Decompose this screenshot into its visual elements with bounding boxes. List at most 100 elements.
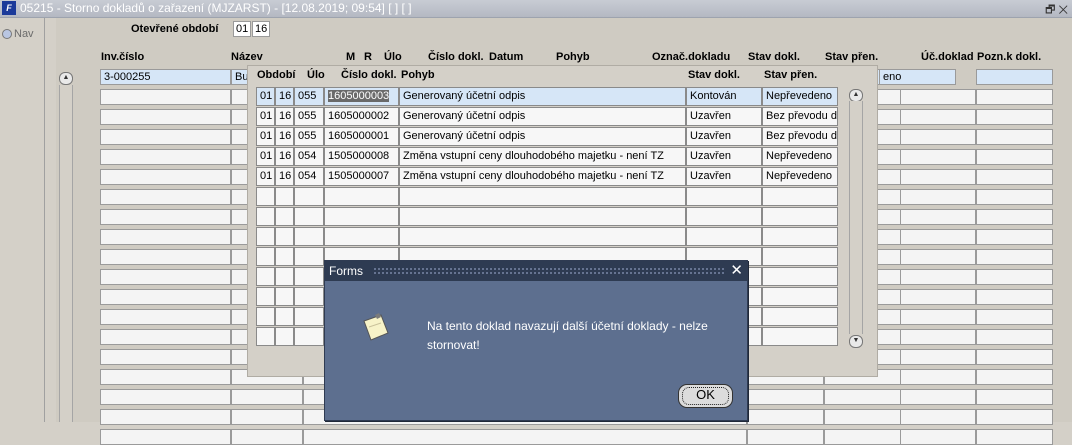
popup-cell-o2[interactable]: 16 [275, 127, 294, 146]
popup-scroll-down-icon[interactable]: ▼ [849, 335, 863, 348]
popup-cell-o2[interactable] [275, 327, 294, 346]
grid-cell[interactable] [100, 89, 231, 105]
grid-cell[interactable] [976, 149, 1053, 165]
grid-cell[interactable] [824, 429, 901, 445]
grid-cell[interactable] [303, 429, 747, 445]
period-field-2[interactable]: 16 [252, 21, 270, 37]
popup-cell-cislo[interactable] [324, 187, 399, 206]
popup-cell-o1[interactable]: 01 [256, 167, 275, 186]
popup-cell-o2[interactable] [275, 267, 294, 286]
popup-cell-o1[interactable] [256, 247, 275, 266]
grid-cell[interactable] [976, 249, 1053, 265]
scrollbar-track[interactable] [59, 85, 73, 422]
popup-cell-ulo[interactable] [294, 187, 324, 206]
grid-cell[interactable] [747, 429, 824, 445]
grid-cell[interactable] [900, 189, 976, 205]
grid-cell[interactable] [976, 389, 1053, 405]
popup-cell-ulo[interactable] [294, 227, 324, 246]
ok-button[interactable]: OK [678, 384, 733, 408]
popup-cell-ulo[interactable]: 054 [294, 147, 324, 166]
grid-cell[interactable] [100, 429, 231, 445]
grid-cell[interactable] [100, 329, 231, 345]
period-field-1[interactable]: 01 [233, 21, 251, 37]
grid-cell[interactable] [976, 349, 1053, 365]
grid-cell[interactable] [976, 169, 1053, 185]
popup-cell-stav_pren[interactable] [762, 227, 838, 246]
popup-cell-stav_pren[interactable] [762, 187, 838, 206]
grid-cell[interactable] [900, 429, 976, 445]
popup-cell-o1[interactable] [256, 227, 275, 246]
popup-cell-stav_pren[interactable] [762, 307, 838, 326]
grid-cell[interactable] [976, 89, 1053, 105]
grid-cell[interactable] [976, 309, 1053, 325]
grid-cell[interactable] [976, 289, 1053, 305]
popup-cell-o2[interactable] [275, 207, 294, 226]
grid-cell[interactable] [100, 189, 231, 205]
popup-cell-ulo[interactable] [294, 327, 324, 346]
grid-cell[interactable] [976, 409, 1053, 425]
popup-cell-ulo[interactable] [294, 307, 324, 326]
popup-cell-ulo[interactable]: 055 [294, 127, 324, 146]
grid-cell[interactable] [824, 409, 901, 425]
popup-cell-stav_pren[interactable]: Nepřevedeno [762, 167, 838, 186]
popup-cell-o1[interactable] [256, 267, 275, 286]
nav-radio[interactable]: Nav [2, 28, 34, 40]
popup-cell-cislo[interactable]: 1505000007 [324, 167, 399, 186]
popup-cell-stav_pren[interactable] [762, 287, 838, 306]
grid-cell[interactable] [900, 329, 976, 345]
popup-cell-stav_pren[interactable] [762, 327, 838, 346]
popup-cell-stav_pren[interactable] [762, 207, 838, 226]
popup-cell-o2[interactable]: 16 [275, 167, 294, 186]
popup-cell-pohyb[interactable]: Změna vstupní ceny dlouhodobého majetku … [399, 147, 686, 166]
close-icon[interactable]: ✕ [730, 262, 743, 279]
popup-cell-o1[interactable]: 01 [256, 147, 275, 166]
popup-cell-o1[interactable] [256, 327, 275, 346]
popup-cell-pohyb[interactable] [399, 207, 686, 226]
popup-cell-ulo[interactable] [294, 207, 324, 226]
grid-cell[interactable] [100, 229, 231, 245]
grid-cell[interactable] [231, 389, 303, 405]
grid-cell[interactable] [976, 269, 1053, 285]
popup-cell-o2[interactable] [275, 287, 294, 306]
grid-cell[interactable] [900, 389, 976, 405]
grid-cell[interactable] [900, 309, 976, 325]
grid-cell[interactable] [100, 269, 231, 285]
popup-cell-pohyb[interactable]: Generovaný účetní odpis [399, 87, 686, 106]
grid-cell[interactable] [747, 409, 824, 425]
grid-cell[interactable]: eno [879, 69, 956, 85]
grid-cell[interactable] [824, 389, 901, 405]
grid-cell[interactable] [900, 129, 976, 145]
grid-cell[interactable] [900, 409, 976, 425]
grid-cell[interactable]: 3-000255 [100, 69, 231, 85]
grid-cell[interactable] [100, 409, 231, 425]
popup-cell-stav_pren[interactable]: Bez převodu d [762, 107, 838, 126]
grid-cell[interactable] [100, 349, 231, 365]
popup-cell-stav_pren[interactable] [762, 247, 838, 266]
popup-cell-cislo[interactable]: 1605000003 [324, 87, 399, 106]
popup-cell-cislo[interactable]: 1505000008 [324, 147, 399, 166]
popup-cell-ulo[interactable] [294, 247, 324, 266]
popup-cell-o1[interactable] [256, 307, 275, 326]
popup-cell-ulo[interactable]: 054 [294, 167, 324, 186]
grid-cell[interactable] [900, 109, 976, 125]
popup-cell-stav_dokl[interactable]: Kontován [686, 87, 762, 106]
popup-cell-stav_dokl[interactable] [686, 187, 762, 206]
grid-cell[interactable] [100, 369, 231, 385]
popup-cell-stav_dokl[interactable] [686, 207, 762, 226]
popup-cell-o2[interactable] [275, 187, 294, 206]
popup-cell-o2[interactable]: 16 [275, 87, 294, 106]
grid-cell[interactable] [976, 209, 1053, 225]
popup-cell-stav_pren[interactable] [762, 267, 838, 286]
grid-cell[interactable] [900, 209, 976, 225]
grid-cell[interactable] [100, 309, 231, 325]
grid-cell[interactable] [100, 169, 231, 185]
grid-cell[interactable] [100, 109, 231, 125]
popup-cell-o1[interactable]: 01 [256, 127, 275, 146]
scroll-up-icon[interactable]: ▲ [59, 72, 73, 85]
grid-cell[interactable] [976, 129, 1053, 145]
grid-cell[interactable] [976, 229, 1053, 245]
grid-cell[interactable] [100, 249, 231, 265]
popup-cell-cislo[interactable] [324, 227, 399, 246]
popup-cell-o1[interactable]: 01 [256, 107, 275, 126]
grid-cell[interactable] [900, 369, 976, 385]
